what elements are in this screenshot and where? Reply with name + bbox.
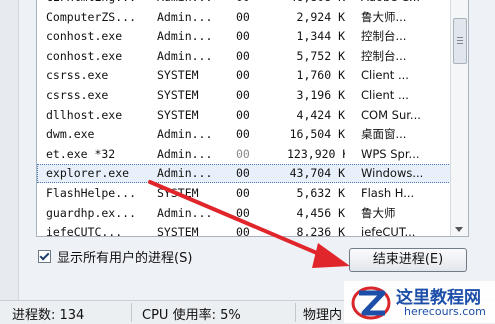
- process-user: Admin...: [157, 29, 213, 44]
- process-description: WPS Spr...: [361, 146, 420, 161]
- process-row[interactable]: conhost.exe Admin... 00 5,752 K 控制台...: [37, 47, 451, 66]
- process-name: dwm.exe: [46, 127, 95, 142]
- process-name: dllhost.exe: [46, 107, 123, 122]
- process-user: Admin...: [157, 205, 213, 220]
- process-user: SYSTEM: [157, 225, 199, 237]
- process-name: guardhp.ex...: [46, 205, 137, 220]
- process-description: Client ...: [361, 68, 409, 83]
- process-name: conhost.exe: [46, 48, 123, 63]
- process-cpu: 00: [236, 205, 250, 220]
- cpu-usage: CPU 使用率: 5%: [142, 308, 241, 323]
- process-memory: 2,924 K: [296, 9, 345, 24]
- scroll-down-icon[interactable]: [455, 227, 463, 232]
- process-memory: 3,196 K: [296, 88, 345, 102]
- process-row[interactable]: et.exe *32 Admin... 00 123,920 K WPS Spr...: [37, 145, 451, 164]
- process-row[interactable]: ComputerZS... Admin... 00 2,924 K 鲁大师...: [37, 8, 451, 27]
- process-row[interactable]: csrss.exe SYSTEM 00 3,196 K Client ...: [37, 86, 451, 105]
- process-memory: 5,632 K: [296, 186, 345, 200]
- process-memory: 4,424 K: [296, 107, 345, 122]
- process-row[interactable]: explorer.exe Admin... 00 43,704 K Windows...: [37, 164, 451, 184]
- process-description: Flash H...: [361, 186, 415, 200]
- site-watermark: 这里教程网 herecours.com: [344, 281, 495, 323]
- thumb-grip: [457, 37, 463, 38]
- thumb-grip: [457, 40, 463, 41]
- process-memory: 16,504 K: [289, 127, 345, 142]
- process-memory: 5,752 K: [296, 48, 345, 63]
- process-description: 桌面窗...: [361, 127, 407, 142]
- process-name: iefeCUTC...: [46, 225, 123, 237]
- status-separator: [131, 303, 132, 322]
- process-user: Admin...: [157, 127, 213, 142]
- process-description: Adobe C...: [361, 0, 449, 7]
- process-user: Admin...: [157, 0, 219, 7]
- process-cpu: 00: [236, 9, 250, 24]
- thumb-grip: [457, 43, 463, 44]
- process-name: ComputerZS...: [46, 9, 137, 24]
- process-row[interactable]: dllhost.exe SYSTEM 00 4,424 K COM Sur...: [37, 106, 451, 125]
- watermark-url: herecours.com: [404, 305, 486, 318]
- process-name: conhost.exe: [46, 29, 123, 44]
- process-list[interactable]: iefeCUTC... SYSTEM 00 8,236 K iefeCUT... guar…: [36, 0, 469, 237]
- process-cpu: 00: [236, 88, 250, 102]
- process-row[interactable]: conhost.exe Admin... 00 1,344 K 控制台...: [37, 27, 451, 46]
- process-name: csrss.exe: [46, 88, 109, 102]
- process-user: Admin...: [157, 166, 213, 181]
- process-description: 控制台...: [361, 48, 407, 63]
- site-logo-icon: [351, 286, 391, 320]
- process-row[interactable]: iefeCUTC... SYSTEM 00 8,236 K iefeCUT...: [37, 223, 451, 237]
- end-process-button[interactable]: 结束进程(E): [349, 248, 467, 272]
- process-description: iefeCUT...: [361, 225, 416, 237]
- vertical-scrollbar[interactable]: [450, 0, 468, 236]
- process-cpu: 00: [236, 0, 266, 7]
- process-user: SYSTEM: [157, 107, 199, 122]
- process-memory: 46,808 K: [287, 0, 345, 7]
- process-description: COM Sur...: [361, 107, 421, 122]
- process-name: FlashHelpe...: [46, 186, 137, 200]
- process-row[interactable]: CEFHtmlEng... Admin... 00 46,808 K Adobe C..…: [37, 0, 451, 7]
- process-user: Admin...: [157, 9, 213, 24]
- show-all-users-checkbox[interactable]: [38, 249, 51, 263]
- process-cpu: 00: [236, 146, 250, 161]
- window-left-edge: [0, 0, 19, 300]
- process-row[interactable]: csrss.exe SYSTEM 00 1,760 K Client ...: [37, 66, 451, 85]
- process-row[interactable]: guardhp.ex... Admin... 00 4,456 K 鲁大师: [37, 204, 451, 223]
- process-cpu: 00: [236, 166, 250, 181]
- physical-memory: 物理内: [303, 308, 343, 323]
- process-count: 进程数: 134: [12, 308, 85, 323]
- process-memory: 123,920 K: [287, 146, 345, 161]
- process-row[interactable]: dwm.exe Admin... 00 16,504 K 桌面窗...: [37, 125, 451, 144]
- process-name: CEFHtmlEng...: [46, 0, 151, 7]
- process-user: SYSTEM: [157, 88, 199, 102]
- process-memory: 8,236 K: [296, 225, 345, 237]
- process-description: Client ...: [361, 88, 409, 102]
- task-manager-processes-panel: iefeCUTC... SYSTEM 00 8,236 K iefeCUT... guar…: [0, 0, 495, 324]
- process-description: 鲁大师: [361, 205, 396, 220]
- process-name: et.exe *32: [46, 146, 116, 161]
- scrollbar-thumb[interactable]: [453, 18, 467, 64]
- process-description: 控制台...: [361, 29, 407, 44]
- process-memory: 1,760 K: [296, 68, 345, 83]
- show-all-users-option[interactable]: 显示所有用户的进程(S): [38, 247, 193, 266]
- process-user: Admin...: [157, 146, 213, 161]
- process-user: SYSTEM: [157, 186, 199, 200]
- process-cpu: 00: [236, 186, 250, 200]
- process-name: csrss.exe: [46, 68, 109, 83]
- process-user: Admin...: [157, 48, 213, 63]
- process-cpu: 00: [236, 225, 250, 237]
- process-user: SYSTEM: [157, 68, 199, 83]
- process-description: Windows...: [361, 166, 424, 181]
- process-description: 鲁大师...: [361, 9, 407, 24]
- show-all-users-label: 显示所有用户的进程(S): [57, 250, 193, 266]
- process-cpu: 00: [236, 127, 250, 142]
- process-name: explorer.exe: [46, 166, 130, 181]
- process-row[interactable]: FlashHelpe... SYSTEM 00 5,632 K Flash H...: [37, 184, 451, 203]
- status-separator: [295, 303, 296, 322]
- process-memory: 43,704 K: [289, 166, 345, 181]
- process-memory: 1,344 K: [296, 29, 345, 44]
- process-cpu: 00: [236, 29, 250, 44]
- process-cpu: 00: [236, 48, 250, 63]
- process-cpu: 00: [236, 107, 250, 122]
- process-memory: 4,456 K: [296, 205, 345, 220]
- process-cpu: 00: [236, 68, 250, 83]
